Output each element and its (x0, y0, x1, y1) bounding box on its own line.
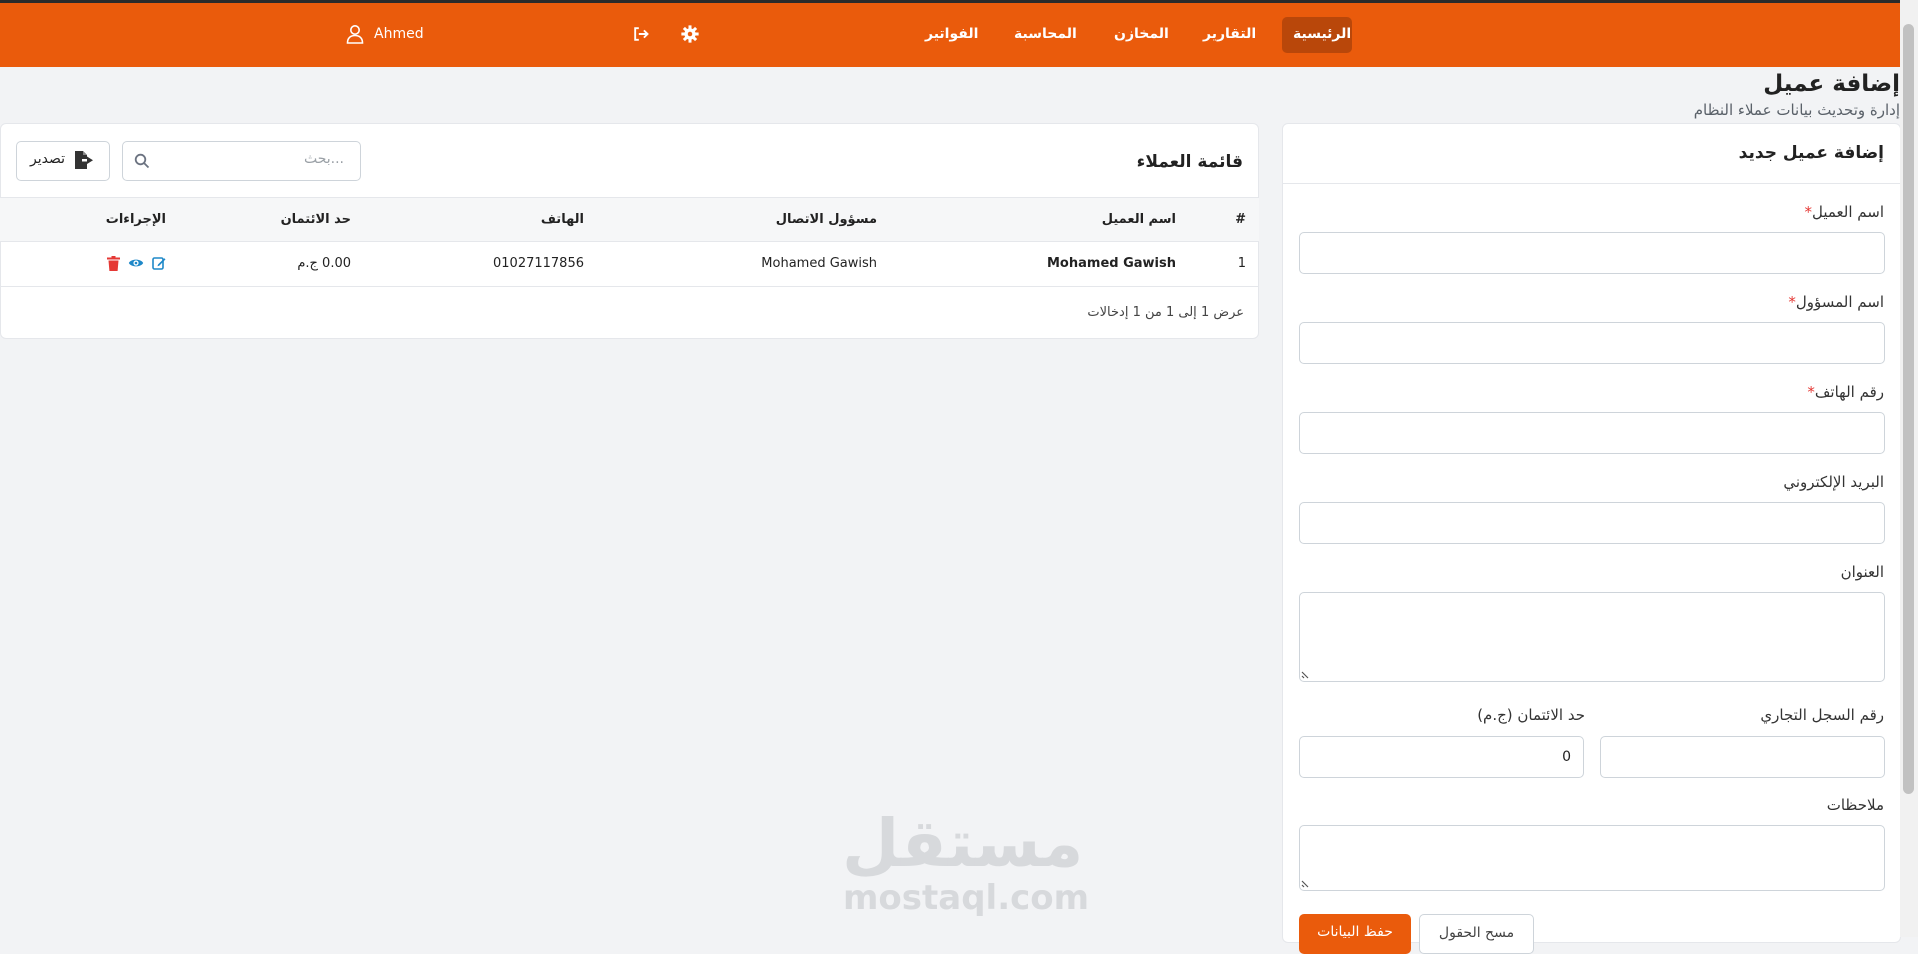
credit-limit-value: 0 (1562, 749, 1571, 765)
col-actions: الإجراءات (105, 212, 166, 227)
required-mark: * (1807, 383, 1815, 401)
customers-list-title: قائمة العملاء (1136, 152, 1243, 172)
nav-invoices[interactable]: الفواتير (925, 26, 978, 42)
user-name[interactable]: Ahmed (374, 26, 424, 42)
logout-icon[interactable] (632, 26, 650, 42)
table-header (0, 197, 1259, 242)
contact-name-label-text: اسم المسؤول (1795, 293, 1884, 311)
phone-label-text: رقم الهاتف (1814, 383, 1884, 401)
save-button-label: حفظ البيانات (1317, 924, 1393, 940)
col-name: اسم العميل (1101, 212, 1176, 227)
resize-handle-icon[interactable] (1301, 878, 1311, 888)
nav-accounting[interactable]: المحاسبة (1014, 26, 1077, 42)
search-icon[interactable] (134, 153, 150, 169)
col-phone: الهاتف (540, 212, 584, 227)
phone-label: رقم الهاتف* (1803, 383, 1884, 401)
col-credit: حد الائتمان (280, 212, 351, 227)
notes-label: ملاحظات (1826, 796, 1884, 814)
credit-limit-input[interactable] (1299, 736, 1584, 778)
file-export-icon (75, 151, 93, 169)
user-icon[interactable] (346, 24, 364, 44)
edit-icon[interactable] (152, 256, 166, 270)
scrollbar-thumb[interactable] (1903, 24, 1914, 794)
contact-name-label: اسم المسؤول* (1784, 293, 1884, 311)
page-title: إضافة عميل (1763, 71, 1900, 97)
table-footer: عرض 1 إلى 1 من 1 إدخالات (1087, 305, 1244, 320)
delete-icon[interactable] (107, 256, 120, 271)
address-textarea[interactable] (1299, 592, 1885, 682)
required-mark: * (1788, 293, 1796, 311)
nav-warehouses[interactable]: المخازن (1114, 26, 1169, 42)
required-mark: * (1804, 203, 1812, 221)
clear-button-label: مسح الحقول (1438, 925, 1515, 941)
address-label: العنوان (1840, 563, 1884, 581)
email-input[interactable] (1299, 502, 1885, 544)
customer-name-label: اسم العميل* (1800, 203, 1884, 221)
watermark-logo-arabic: مستقل (842, 805, 1084, 882)
customer-name-label-text: اسم العميل (1811, 203, 1884, 221)
credit-limit-label: حد الائتمان (ج.م) (1477, 706, 1585, 724)
row-name: Mohamed Gawish (1047, 256, 1176, 271)
contact-name-input[interactable] (1299, 322, 1885, 364)
view-icon[interactable] (128, 256, 144, 270)
col-contact: مسؤول الاتصال (775, 212, 877, 227)
row-contact: Mohamed Gawish (761, 256, 877, 271)
add-customer-title: إضافة عميل جديد (1738, 143, 1884, 163)
watermark-logo-latin: mostaql.com (843, 878, 1090, 918)
notes-textarea[interactable] (1299, 825, 1885, 891)
page-subtitle: إدارة وتحديث بيانات عملاء النظام (1693, 101, 1900, 119)
row-index: 1 (1237, 256, 1246, 271)
resize-handle-icon[interactable] (1301, 669, 1311, 679)
nav-home[interactable]: الرئيسية (1293, 26, 1351, 42)
nav-reports[interactable]: التقارير (1203, 26, 1256, 42)
commercial-register-label: رقم السجل التجاري (1760, 706, 1884, 724)
clear-button[interactable]: مسح الحقول (1419, 914, 1534, 954)
email-label: البريد الإلكتروني (1783, 473, 1884, 491)
save-button[interactable]: حفظ البيانات (1299, 914, 1411, 954)
search-placeholder: بحث... (303, 151, 344, 167)
customer-name-input[interactable] (1299, 232, 1885, 274)
row-phone: 01027117856 (493, 256, 584, 271)
export-label: تصدير (30, 151, 66, 167)
gear-icon[interactable] (681, 25, 699, 43)
phone-input[interactable] (1299, 412, 1885, 454)
col-index: # (1235, 212, 1246, 227)
commercial-register-input[interactable] (1600, 736, 1885, 778)
row-credit: 0.00 ج.م (297, 256, 351, 271)
card-divider (1283, 183, 1900, 184)
